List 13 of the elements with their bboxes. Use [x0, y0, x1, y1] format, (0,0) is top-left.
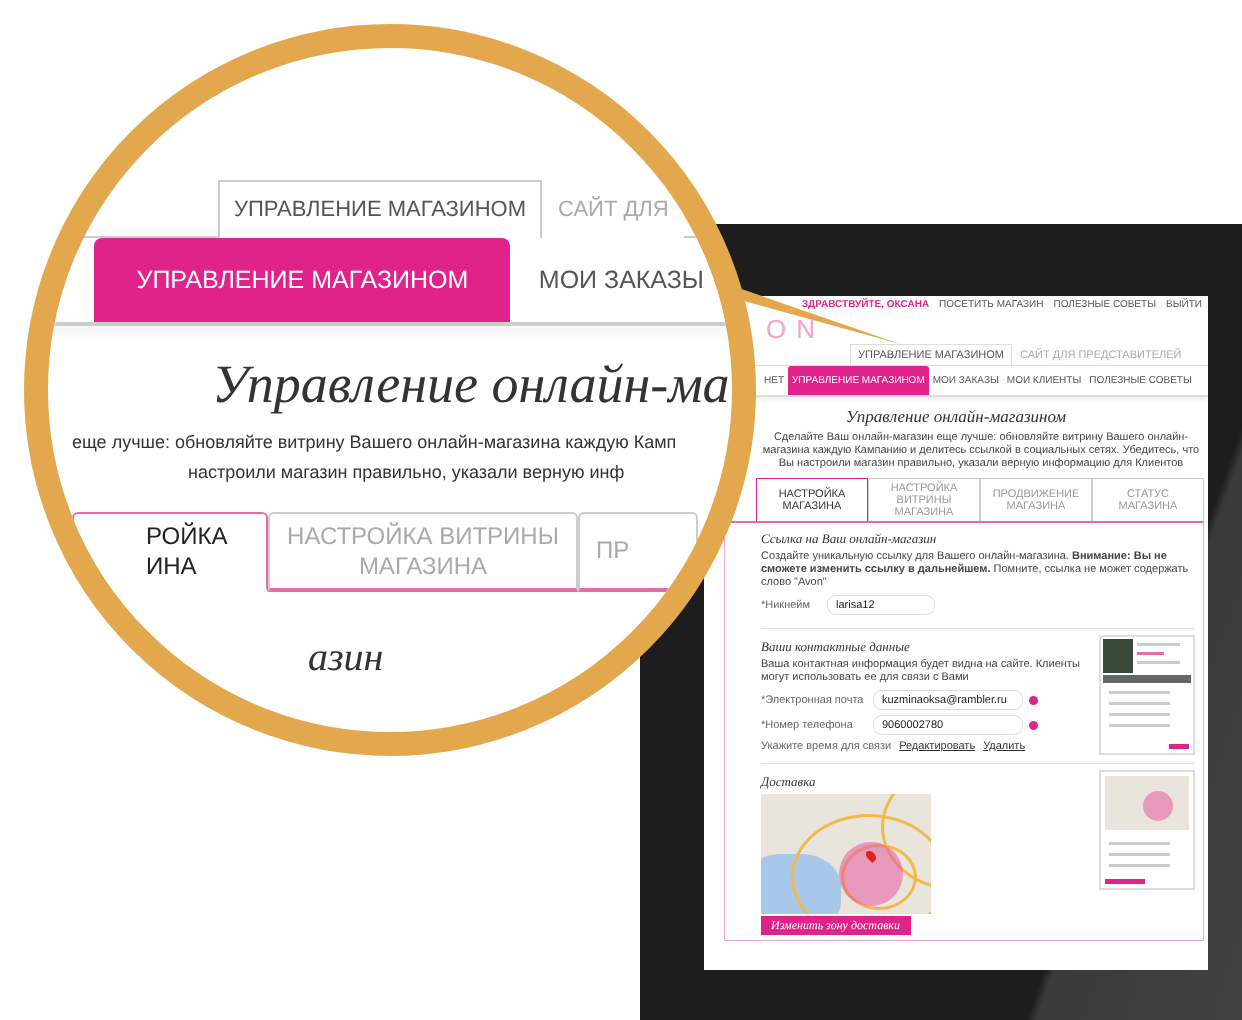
intro-text: настроили магазин правильно, указали верную инф [186, 460, 627, 486]
settings-tab[interactable]: РОЙКА ИНА [72, 512, 268, 592]
section-title: азин [306, 636, 386, 682]
map-preview-drawing [1099, 770, 1195, 890]
logo: ON [764, 316, 826, 344]
info-icon[interactable] [1029, 695, 1038, 705]
site-tab[interactable]: УПРАВЛЕНИЕ МАГАЗИНОМ [218, 180, 542, 238]
page-heading: Управление онлайн-магазином [843, 407, 1069, 427]
page-preview-drawing [1099, 635, 1195, 755]
info-icon[interactable] [1029, 720, 1038, 730]
nav-tab[interactable]: УПРАВЛЕНИЕ МАГАЗИНОМ [94, 238, 511, 322]
intro-text: еще лучше: обновляйте витрину Вашего онлайн-магазина каждую Камп [70, 430, 679, 456]
page-heading: Управление онлайн-ма [210, 354, 732, 416]
